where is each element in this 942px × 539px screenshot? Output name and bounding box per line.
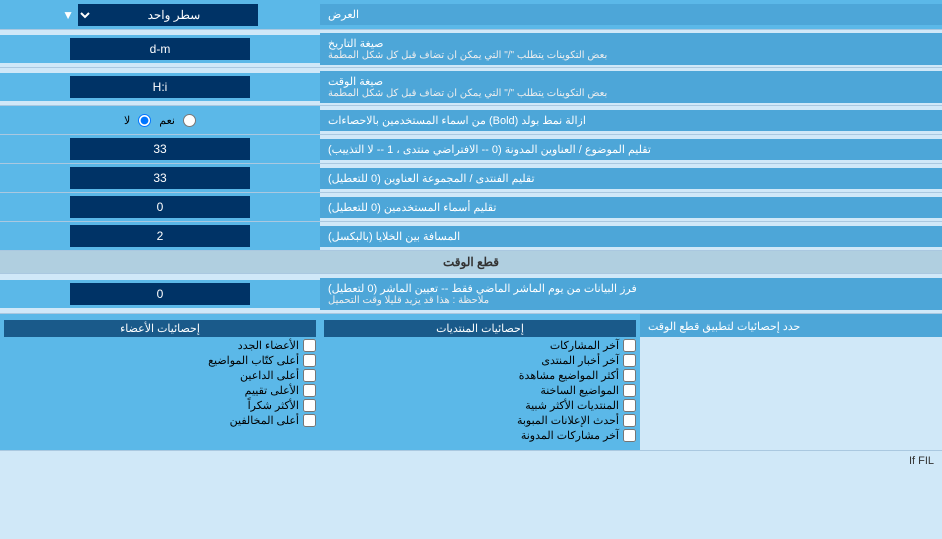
- header-label: العرض: [320, 4, 942, 25]
- member-stat-label-6: أعلى المخالفين: [230, 414, 299, 427]
- time-format-label: صيغة الوقت بعض التكوينات يتطلب "/" التي …: [320, 71, 942, 103]
- forum-order-title: تقليم الفنتدى / المجموعة العناوين (0 للت…: [328, 172, 535, 185]
- realtime-filter-control[interactable]: [0, 280, 320, 308]
- realtime-filter-input[interactable]: [70, 283, 250, 305]
- member-stat-checkbox-1[interactable]: [303, 339, 316, 352]
- usernames-trim-control[interactable]: [0, 193, 320, 221]
- member-stat-label-4: الأعلى تقييم: [245, 384, 299, 397]
- footer-text: If FIL: [0, 451, 942, 471]
- forum-stat-checkbox-5[interactable]: [623, 399, 636, 412]
- checkbox-item[interactable]: أحدث الإعلانات المبوبة: [324, 414, 636, 427]
- forum-stat-label-6: أحدث الإعلانات المبوبة: [517, 414, 619, 427]
- forum-stat-checkbox-3[interactable]: [623, 369, 636, 382]
- checkbox-item[interactable]: آخر مشاركات المدونة: [324, 429, 636, 442]
- checkbox-item[interactable]: المواضيع الساخنة: [324, 384, 636, 397]
- member-stat-label-5: الأكثر شكراً: [248, 399, 299, 412]
- topics-order-input[interactable]: [70, 138, 250, 160]
- usernames-trim-label: تقليم أسماء المستخدمين (0 للتعطيل): [320, 197, 942, 218]
- forum-stats-col: إحصائيات المنتديات آخر المشاركات آخر أخب…: [320, 318, 640, 446]
- checkbox-item[interactable]: الأعلى تقييم: [4, 384, 316, 397]
- bold-remove-label: ازالة نمط بولد (Bold) من اسماء المستخدمي…: [320, 110, 942, 131]
- checkbox-item[interactable]: أعلى الداعين: [4, 369, 316, 382]
- member-stat-label-1: الأعضاء الجدد: [238, 339, 299, 352]
- checkbox-item[interactable]: الأكثر شكراً: [4, 399, 316, 412]
- checkbox-item[interactable]: أعلى المخالفين: [4, 414, 316, 427]
- forum-stat-checkbox-2[interactable]: [623, 354, 636, 367]
- checkbox-item[interactable]: أكثر المواضيع مشاهدة: [324, 369, 636, 382]
- checkbox-item[interactable]: آخر المشاركات: [324, 339, 636, 352]
- footer-label: If FIL: [909, 455, 934, 467]
- time-format-input[interactable]: [70, 76, 250, 98]
- time-format-note: بعض التكوينات يتطلب "/" التي يمكن ان تضا…: [328, 88, 607, 99]
- member-stats-header: إحصائيات الأعضاء: [4, 320, 316, 337]
- date-format-title: صيغة التاريخ: [328, 37, 383, 50]
- checkbox-item[interactable]: أعلى كتّاب المواضيع: [4, 354, 316, 367]
- realtime-filter-title: فرز البيانات من يوم الماشر الماضي فقط --…: [328, 282, 637, 295]
- date-format-control[interactable]: [0, 35, 320, 63]
- usernames-trim-input[interactable]: [70, 196, 250, 218]
- stats-checkboxes-area: إحصائيات المنتديات آخر المشاركات آخر أخب…: [0, 314, 640, 450]
- forum-stat-label-5: المنتديات الأكثر شبية: [525, 399, 619, 412]
- checkbox-item[interactable]: المنتديات الأكثر شبية: [324, 399, 636, 412]
- time-format-control[interactable]: [0, 73, 320, 101]
- member-stats-header-text: إحصائيات الأعضاء: [120, 323, 200, 335]
- forum-stat-checkbox-7[interactable]: [623, 429, 636, 442]
- bold-remove-control[interactable]: نعم لا: [0, 106, 320, 134]
- forum-stat-checkbox-4[interactable]: [623, 384, 636, 397]
- forum-stat-checkbox-1[interactable]: [623, 339, 636, 352]
- member-stat-label-3: أعلى الداعين: [240, 369, 299, 382]
- member-stat-checkbox-5[interactable]: [303, 399, 316, 412]
- member-stat-checkbox-3[interactable]: [303, 369, 316, 382]
- member-stat-label-2: أعلى كتّاب المواضيع: [208, 354, 299, 367]
- cell-spacing-input[interactable]: [70, 225, 250, 247]
- header-label-text: العرض: [328, 8, 359, 21]
- realtime-filter-note: ملاحظة : هذا قد يزيد قليلا وقت التحميل: [328, 295, 489, 306]
- bold-yes-label: نعم: [159, 114, 175, 127]
- member-stat-checkbox-4[interactable]: [303, 384, 316, 397]
- display-select[interactable]: سطر واحد: [78, 4, 258, 26]
- forum-stats-header: إحصائيات المنتديات: [324, 320, 636, 337]
- forum-stat-label-7: آخر مشاركات المدونة: [521, 429, 619, 442]
- cell-spacing-control[interactable]: [0, 222, 320, 250]
- forum-order-control[interactable]: [0, 164, 320, 192]
- member-stat-checkbox-2[interactable]: [303, 354, 316, 367]
- time-format-title: صيغة الوقت: [328, 75, 383, 88]
- bold-no-radio[interactable]: [138, 114, 151, 127]
- realtime-header-text: قطع الوقت: [443, 255, 499, 269]
- cell-spacing-label: المسافة بين الخلايا (بالبكسل): [320, 226, 942, 247]
- date-format-input[interactable]: [70, 38, 250, 60]
- forum-stat-label-4: المواضيع الساخنة: [540, 384, 619, 397]
- forum-stat-label-3: أكثر المواضيع مشاهدة: [519, 369, 619, 382]
- date-format-note: بعض التكوينات يتطلب "/" التي يمكن ان تضا…: [328, 50, 607, 61]
- stats-apply-label: حدد إحصائيات لتطبيق قطع الوقت: [640, 314, 942, 337]
- forum-stats-header-text: إحصائيات المنتديات: [436, 323, 524, 335]
- realtime-filter-label: فرز البيانات من يوم الماشر الماضي فقط --…: [320, 278, 942, 310]
- checkbox-item[interactable]: الأعضاء الجدد: [4, 339, 316, 352]
- date-format-label: صيغة التاريخ بعض التكوينات يتطلب "/" الت…: [320, 33, 942, 65]
- member-stats-col: إحصائيات الأعضاء الأعضاء الجدد أعلى كتّا…: [0, 318, 320, 431]
- realtime-section-header: قطع الوقت: [0, 251, 942, 274]
- topics-order-title: تقليم الموضوع / العناوين المدونة (0 -- ا…: [328, 143, 651, 156]
- forum-stat-label-2: آخر أخبار المنتدى: [541, 354, 619, 367]
- bold-no-label: لا: [124, 114, 130, 127]
- cell-spacing-title: المسافة بين الخلايا (بالبكسل): [328, 230, 460, 243]
- bold-yes-radio[interactable]: [183, 114, 196, 127]
- forum-order-input[interactable]: [70, 167, 250, 189]
- forum-stat-label-1: آخر المشاركات: [550, 339, 619, 352]
- forum-order-label: تقليم الفنتدى / المجموعة العناوين (0 للت…: [320, 168, 942, 189]
- usernames-trim-title: تقليم أسماء المستخدمين (0 للتعطيل): [328, 201, 496, 214]
- checkbox-item[interactable]: آخر أخبار المنتدى: [324, 354, 636, 367]
- topics-order-control[interactable]: [0, 135, 320, 163]
- member-stat-checkbox-6[interactable]: [303, 414, 316, 427]
- header-control[interactable]: سطر واحد ▼: [0, 1, 320, 29]
- topics-order-label: تقليم الموضوع / العناوين المدونة (0 -- ا…: [320, 139, 942, 160]
- stats-apply-title: حدد إحصائيات لتطبيق قطع الوقت: [648, 320, 800, 333]
- bold-remove-title: ازالة نمط بولد (Bold) من اسماء المستخدمي…: [328, 114, 586, 127]
- forum-stat-checkbox-6[interactable]: [623, 414, 636, 427]
